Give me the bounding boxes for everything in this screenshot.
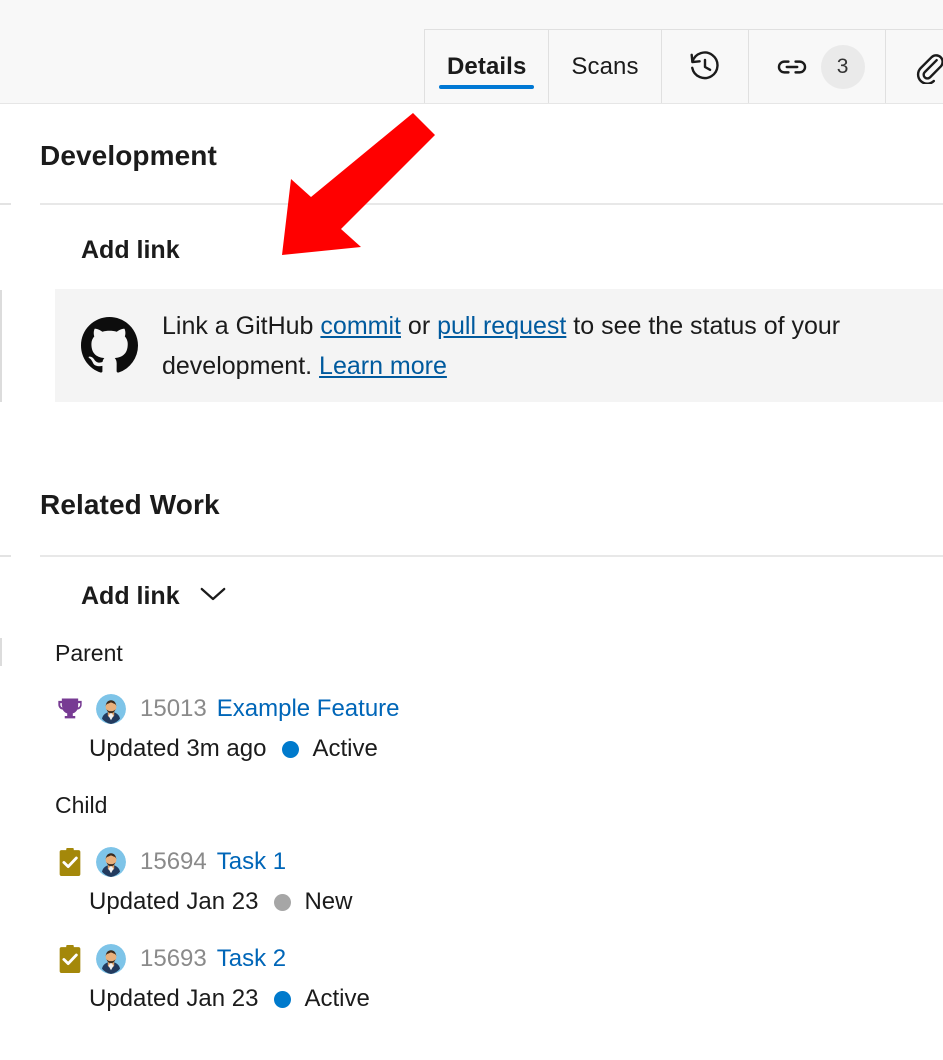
github-promo-card: Link a GitHub commit or pull request to … xyxy=(55,289,943,402)
related-item-updated: Updated 3m ago xyxy=(89,735,266,763)
state-dot-icon xyxy=(274,991,291,1008)
related-work-divider xyxy=(40,555,943,557)
related-item-id: 15694 xyxy=(140,848,207,876)
tab-scans-label: Scans xyxy=(571,53,638,81)
feature-trophy-icon xyxy=(55,694,85,724)
related-item-id: 15693 xyxy=(140,945,207,973)
related-item-state: Active xyxy=(312,735,377,763)
related-item-primary-line: 15693 Task 2 xyxy=(55,942,655,976)
related-item-primary-line: 15694 Task 1 xyxy=(55,845,655,879)
task-clipboard-icon xyxy=(55,944,85,974)
related-item-primary-line: 15013 Example Feature xyxy=(55,692,655,726)
promo-text-lead: Link a GitHub xyxy=(162,312,320,340)
promo-text-between: or xyxy=(401,312,437,340)
links-count-badge: 3 xyxy=(821,45,865,89)
state-dot-icon xyxy=(282,741,299,758)
link-icon xyxy=(775,50,809,84)
github-promo-text: Link a GitHub commit or pull request to … xyxy=(162,306,892,386)
panel-edge-fragment-top xyxy=(0,203,11,205)
related-item-secondary-line: Updated Jan 23 New xyxy=(89,885,655,919)
tab-attachments[interactable] xyxy=(886,30,943,103)
avatar xyxy=(96,944,126,974)
red-arrow-annotation xyxy=(265,105,450,265)
panel-edge-fragment-mid xyxy=(0,555,11,557)
development-section-title: Development xyxy=(40,140,217,172)
development-add-link-button[interactable]: Add link xyxy=(81,236,180,265)
task-clipboard-icon xyxy=(55,847,85,877)
related-item-state: New xyxy=(304,888,352,916)
related-item-secondary-line: Updated Jan 23 Active xyxy=(89,982,655,1016)
related-work-item[interactable]: 15693 Task 2 Updated Jan 23 Active xyxy=(55,942,655,1016)
avatar xyxy=(96,847,126,877)
tab-links[interactable]: 3 xyxy=(749,30,886,103)
related-group-label-child: Child xyxy=(55,792,107,819)
related-group-label-parent: Parent xyxy=(55,640,123,667)
related-item-title-link[interactable]: Task 2 xyxy=(217,945,286,973)
related-item-title-link[interactable]: Example Feature xyxy=(217,695,400,723)
tab-list: Details Scans 3 xyxy=(424,29,943,103)
related-item-id: 15013 xyxy=(140,695,207,723)
state-dot-icon xyxy=(274,894,291,911)
related-item-updated: Updated Jan 23 xyxy=(89,985,258,1013)
work-item-tab-strip: Details Scans 3 xyxy=(0,0,943,104)
github-icon xyxy=(78,317,140,374)
related-work-item[interactable]: 15694 Task 1 Updated Jan 23 New xyxy=(55,845,655,919)
related-item-secondary-line: Updated 3m ago Active xyxy=(89,732,655,766)
tab-scans[interactable]: Scans xyxy=(549,30,661,103)
related-work-section-title: Related Work xyxy=(40,489,220,521)
panel-edge-line-upper xyxy=(0,290,2,402)
panel-edge-line-lower xyxy=(0,638,2,666)
related-item-updated: Updated Jan 23 xyxy=(89,888,258,916)
related-item-title-link[interactable]: Task 1 xyxy=(217,848,286,876)
related-work-item[interactable]: 15013 Example Feature Updated 3m ago Act… xyxy=(55,692,655,766)
related-item-state: Active xyxy=(304,985,369,1013)
avatar xyxy=(96,694,126,724)
tab-active-indicator xyxy=(439,85,534,89)
related-work-add-link-label: Add link xyxy=(81,582,180,611)
learn-more-link[interactable]: Learn more xyxy=(319,352,447,380)
chevron-down-icon xyxy=(198,585,228,608)
history-icon xyxy=(688,50,722,84)
tab-history[interactable] xyxy=(662,30,749,103)
tab-details[interactable]: Details xyxy=(425,30,549,103)
related-work-add-link-button[interactable]: Add link xyxy=(81,582,228,611)
pull-request-link[interactable]: pull request xyxy=(437,312,566,340)
tab-details-label: Details xyxy=(447,53,526,81)
development-divider xyxy=(40,203,943,205)
attachment-icon xyxy=(912,50,943,84)
commit-link[interactable]: commit xyxy=(320,312,401,340)
